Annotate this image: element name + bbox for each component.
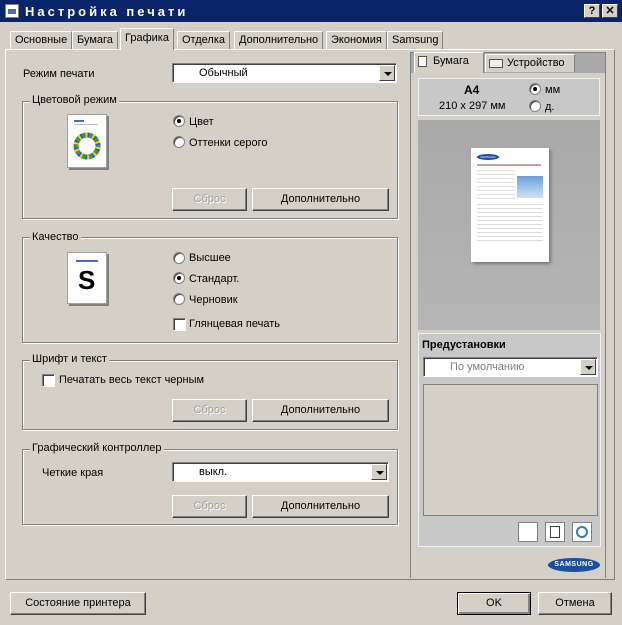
panel-tab-device[interactable]: Устройство	[485, 54, 575, 72]
tab-samsung[interactable]: Samsung	[387, 31, 444, 49]
quality-standard-radio[interactable]	[173, 272, 185, 284]
page-preview: SAMSUNG	[471, 148, 549, 262]
all-black-checkbox[interactable]	[42, 374, 55, 387]
graphics-reset-button[interactable]: Сброс	[172, 495, 247, 518]
quality-draft-radio[interactable]	[173, 293, 185, 305]
tab-advanced[interactable]: Дополнительно	[234, 31, 324, 49]
color-wheel-thumbnail	[67, 114, 107, 168]
unit-inch-label: д.	[545, 101, 555, 113]
panel-tab-paper-label: Бумага	[433, 55, 469, 67]
paper-name: A4	[464, 83, 480, 97]
paper-dimensions: 210 x 297 мм	[439, 100, 506, 112]
paper-info-card: A4 210 x 297 мм мм д.	[418, 78, 600, 116]
thumb-header-line	[76, 260, 98, 262]
preview-image	[517, 176, 543, 198]
presets-title: Предустановки	[422, 339, 506, 351]
save-icon-glyph	[550, 526, 560, 538]
recycle-icon[interactable]	[572, 522, 592, 542]
recycle-icon-glyph	[576, 526, 588, 538]
printer-icon	[5, 4, 19, 18]
grayscale-label: Оттенки серого	[189, 137, 268, 149]
glossy-label: Глянцевая печать	[189, 318, 281, 330]
graphics-controller-legend: Графический контроллер	[30, 442, 164, 454]
sharp-edges-select[interactable]: выкл.	[172, 462, 389, 482]
unit-inch-radio[interactable]	[529, 100, 541, 112]
quality-draft-label: Черновик	[189, 294, 238, 306]
sharp-edges-value: выкл.	[199, 466, 228, 478]
samsung-logo: SAMSUNG	[548, 558, 600, 572]
color-wheel-icon	[73, 120, 101, 160]
quality-thumbnail: S	[67, 252, 107, 304]
print-mode-label: Режим печати	[23, 68, 95, 80]
color-label: Цвет	[189, 116, 214, 128]
printer-icon	[489, 58, 503, 68]
page-icon	[418, 55, 427, 67]
font-advanced-button[interactable]: Дополнительно	[252, 399, 389, 422]
print-mode-value: Обычный	[199, 67, 248, 79]
quality-thumb-letter: S	[78, 265, 96, 295]
tab-graphics[interactable]: Графика	[120, 28, 174, 50]
sharp-edges-label: Четкие края	[42, 467, 104, 479]
presets-list[interactable]	[423, 384, 598, 516]
window-title: Настройка печати	[25, 4, 189, 19]
save-icon[interactable]	[545, 522, 565, 542]
tab-finishing[interactable]: Отделка	[177, 31, 230, 49]
tab-basic[interactable]: Основные	[10, 31, 73, 49]
title-bar[interactable]: Настройка печати ? ✕	[0, 0, 622, 22]
preview-samsung-logo: SAMSUNG	[477, 154, 499, 160]
preview-line	[477, 164, 541, 166]
chevron-down-icon[interactable]	[580, 359, 596, 375]
color-radio[interactable]	[173, 115, 185, 127]
presets-panel: Предустановки По умолчанию	[418, 333, 601, 547]
grayscale-radio[interactable]	[173, 136, 185, 148]
cancel-button[interactable]: Отмена	[538, 592, 612, 615]
close-button[interactable]: ✕	[602, 4, 618, 18]
font-reset-button[interactable]: Сброс	[172, 399, 247, 422]
page-preview-area: SAMSUNG	[418, 120, 600, 330]
color-reset-button[interactable]: Сброс	[172, 188, 247, 211]
presets-value: По умолчанию	[450, 361, 525, 373]
new-preset-icon[interactable]	[518, 522, 538, 542]
tab-economy[interactable]: Экономия	[326, 31, 387, 49]
help-button[interactable]: ?	[584, 4, 600, 18]
unit-mm-label: мм	[545, 84, 561, 96]
quality-standard-label: Стандарт.	[189, 273, 240, 285]
font-text-legend: Шрифт и текст	[30, 353, 109, 365]
color-advanced-button[interactable]: Дополнительно	[252, 188, 389, 211]
presets-select[interactable]: По умолчанию	[423, 357, 598, 377]
all-black-label: Печатать весь текст черным	[59, 374, 205, 386]
chevron-down-icon[interactable]	[379, 65, 395, 81]
ok-button[interactable]: OK	[457, 592, 531, 615]
unit-mm-radio[interactable]	[529, 83, 541, 95]
preview-text-block-2	[477, 204, 543, 244]
print-mode-select[interactable]: Обычный	[172, 63, 397, 83]
glossy-checkbox[interactable]	[173, 318, 186, 331]
color-mode-legend: Цветовой режим	[30, 94, 119, 106]
preview-text-block	[477, 170, 515, 200]
graphics-advanced-button[interactable]: Дополнительно	[252, 495, 389, 518]
tab-paper[interactable]: Бумага	[72, 31, 118, 49]
panel-tab-device-label: Устройство	[507, 57, 565, 69]
chevron-down-icon[interactable]	[371, 464, 387, 480]
quality-best-label: Высшее	[189, 252, 231, 264]
quality-best-radio[interactable]	[173, 252, 185, 264]
printer-status-button[interactable]: Состояние принтера	[10, 592, 146, 615]
panel-tab-paper[interactable]: Бумага	[414, 52, 484, 73]
quality-legend: Качество	[30, 231, 81, 243]
